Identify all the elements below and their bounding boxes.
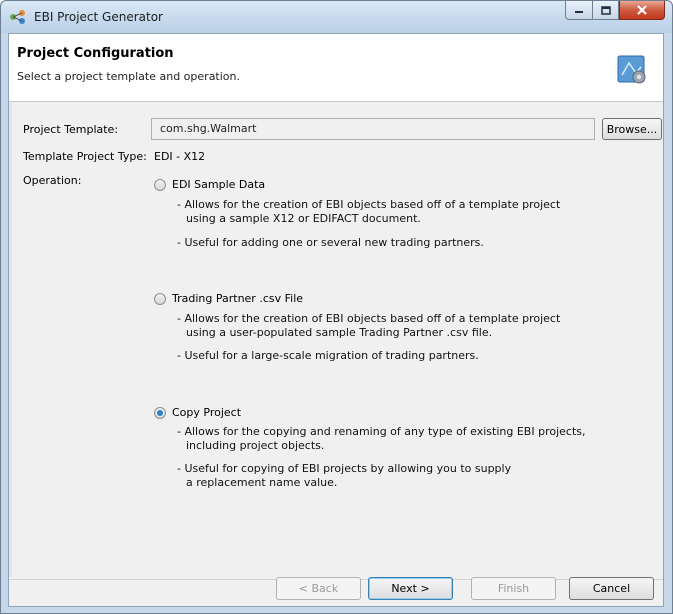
radio-label: Trading Partner .csv File (172, 292, 304, 305)
trading-partner-csv-usage: - Useful for a large-scale migration of … (177, 349, 479, 362)
template-project-type-label: Template Project Type: (23, 150, 147, 163)
project-template-label: Project Template: (23, 123, 119, 136)
dialog-client-area: Project Configuration Select a project t… (8, 33, 664, 607)
content-left-edge (9, 102, 12, 577)
copy-project-usage: - Useful for copying of EBI projects by … (177, 462, 511, 490)
description-line: - Allows for the creation of EBI objects… (177, 198, 561, 211)
description-line: - Useful for copying of EBI projects by … (177, 462, 512, 475)
radio-button[interactable] (154, 178, 166, 191)
finish-button[interactable]: Finish (471, 577, 556, 600)
description-line: a replacement name value. (186, 476, 338, 489)
edi-sample-data-description: - Allows for the creation of EBI objects… (177, 198, 560, 226)
minimize-button[interactable] (565, 1, 592, 20)
window-controls (565, 1, 665, 21)
maximize-button[interactable] (592, 1, 619, 20)
back-button[interactable]: < Back (276, 577, 361, 600)
radio-trading-partner-csv[interactable]: Trading Partner .csv File (154, 292, 303, 305)
radio-button[interactable] (154, 292, 166, 305)
radio-edi-sample-data[interactable]: EDI Sample Data (154, 178, 265, 191)
wizard-banner: Project Configuration Select a project t… (9, 34, 663, 102)
operation-label: Operation: (23, 174, 82, 187)
title-bar[interactable]: EBI Project Generator (1, 1, 672, 33)
maximize-icon (600, 5, 611, 15)
radio-button-selected[interactable] (154, 406, 166, 419)
window-title: EBI Project Generator (34, 10, 163, 24)
browse-button[interactable]: Browse... (602, 118, 662, 140)
radio-copy-project[interactable]: Copy Project (154, 406, 241, 419)
description-line: including project objects. (186, 439, 325, 452)
radio-label: Copy Project (172, 406, 242, 419)
project-template-field[interactable]: com.shg.Walmart (151, 118, 595, 140)
page-description: Select a project template and operation. (17, 70, 240, 83)
close-button[interactable] (619, 1, 665, 20)
description-line: - Allows for the copying and renaming of… (177, 425, 586, 438)
edi-sample-data-usage: - Useful for adding one or several new t… (177, 236, 484, 249)
wizard-gear-icon (617, 55, 646, 84)
radio-label: EDI Sample Data (172, 178, 266, 191)
description-line: using a user-populated sample Trading Pa… (186, 326, 493, 339)
minimize-icon (575, 11, 583, 13)
dialog-window: EBI Project Generator Project Configurat… (0, 0, 673, 614)
description-line: - Allows for the creation of EBI objects… (177, 312, 561, 325)
page-title: Project Configuration (17, 46, 174, 61)
project-generator-icon (10, 10, 25, 24)
copy-project-description: - Allows for the copying and renaming of… (177, 425, 586, 453)
description-line: using a sample X12 or EDIFACT document. (186, 212, 421, 225)
next-button[interactable]: Next > (368, 577, 453, 600)
template-project-type-value: EDI - X12 (154, 150, 206, 163)
close-icon (637, 5, 647, 15)
cancel-button[interactable]: Cancel (569, 577, 654, 600)
trading-partner-csv-description: - Allows for the creation of EBI objects… (177, 312, 560, 340)
